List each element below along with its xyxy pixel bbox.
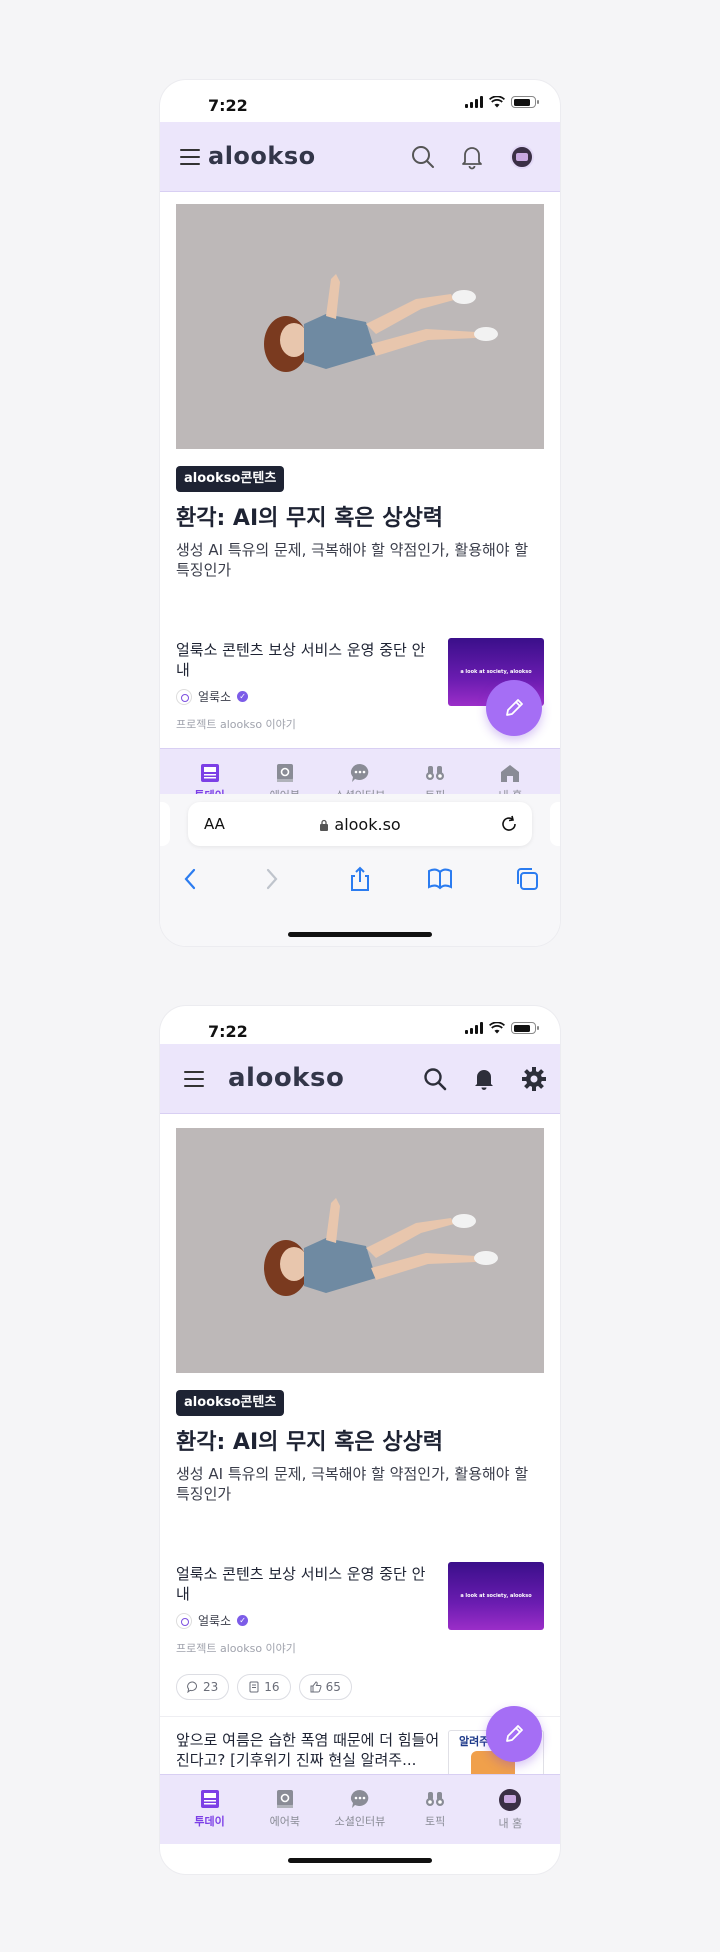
content-badge: alookso콘텐츠 [176,466,285,492]
phone-screen-2: 7:22 alookso alookso콘텐츠 환각: AI의 무지 혹은 상상… [160,1006,560,1874]
bookmark-count[interactable]: 16 [237,1674,291,1700]
newspaper-icon [200,764,219,782]
home-indicator [288,932,432,937]
article-headline[interactable]: 환각: AI의 무지 혹은 상상력 [176,1424,546,1456]
menu-icon[interactable] [180,148,200,165]
tab-today[interactable]: 투데이 [175,1775,245,1844]
phone-screen-1: 7:22 alookso alookso콘텐츠 환각: AI의 무지 혹은 상상… [160,80,560,946]
tab-label: 내 홈 [498,1817,523,1830]
status-bar: 7:22 [160,1006,560,1048]
tab-label: 투데이 [194,1815,225,1828]
tabs-icon[interactable] [514,866,540,892]
author-name: 얼룩소 [198,690,232,704]
tab-topic[interactable]: 토픽 [400,1775,470,1844]
pencil-icon [506,699,523,716]
tab-label: 소셜인터뷰 [334,1815,386,1828]
tab-label: 토픽 [425,1815,446,1828]
article-subhead: 생성 AI 특유의 문제, 극복해야 할 약점인가, 활용해야 할 특징인가 [176,1465,529,1503]
search-icon[interactable] [410,144,436,170]
write-fab[interactable] [486,1706,542,1762]
tab-label: 에어북 [269,1815,300,1828]
news-author[interactable]: 얼룩소 ✓ [176,1612,249,1629]
newspaper-icon [200,1790,219,1808]
signal-icon [465,1022,483,1034]
author-name: 얼룩소 [198,1614,232,1628]
article-headline[interactable]: 환각: AI의 무지 혹은 상상력 [176,500,546,532]
app-logo[interactable]: alookso [228,1063,344,1093]
project-label[interactable]: 프로젝트 alookso 이야기 [176,1640,296,1656]
news-title[interactable]: 얼룩소 콘텐츠 보상 서비스 운영 중단 안내 [176,640,436,680]
lock-icon [320,819,329,831]
url-text: alook.so [334,815,401,834]
wifi-icon [489,96,505,108]
share-icon[interactable] [347,866,373,892]
gear-icon[interactable] [521,1066,547,1092]
bottom-tab-bar: 투데이 에어북 소셜인터뷰 토픽 내 홈 [160,1774,560,1844]
status-time: 7:22 [208,96,248,115]
home-indicator [288,1858,432,1863]
search-icon[interactable] [422,1066,448,1092]
tab-my-home[interactable]: 내 홈 [475,1775,545,1844]
pencil-icon [506,1725,523,1742]
article-subhead: 생성 AI 특유의 문제, 극복해야 할 약점인가, 활용해야 할 특징인가 [176,541,529,579]
thumbs-up-icon [310,1681,322,1693]
avatar-icon [499,1789,522,1811]
battery-icon [511,1022,539,1034]
like-count[interactable]: 65 [298,1674,352,1700]
news-title-2[interactable]: 앞으로 여름은 습한 폭염 때문에 더 힘들어진다고? [기후위기 진짜 현실 … [176,1730,442,1770]
thumbnail-text: a look at society, alookso [460,669,532,675]
article-image[interactable] [176,204,544,449]
thumbnail-text: a look at society, alookso [460,1593,532,1599]
verified-icon: ✓ [237,1615,249,1626]
news-thumbnail[interactable]: a look at society, alookso [448,1562,544,1630]
tab-airbook[interactable]: 에어북 [250,1775,320,1844]
news-author[interactable]: 얼룩소 ✓ [176,688,249,705]
airbook-icon [276,1790,293,1808]
app-header: alookso [160,1044,560,1114]
binoculars-icon [426,766,445,780]
user-avatar[interactable] [510,145,534,169]
verified-icon: ✓ [237,691,249,702]
binoculars-icon [426,1792,445,1806]
address-bar[interactable]: AA alook.so [188,802,532,846]
author-logo-icon [176,1612,192,1629]
next-tab-preview[interactable] [550,802,560,846]
bookmarks-icon[interactable] [427,866,453,892]
forward-icon[interactable] [258,866,284,892]
article-image[interactable] [176,1128,544,1373]
news-stats: 23 16 65 [176,1674,352,1700]
airbook-icon [276,764,293,782]
chat-bubble-icon [350,764,369,782]
prev-tab-preview[interactable] [160,802,170,846]
browser-toolbar: AA alook.so [160,794,560,946]
news-title[interactable]: 얼룩소 콘텐츠 보상 서비스 운영 중단 안내 [176,1564,436,1604]
menu-icon[interactable] [184,1070,204,1087]
comment-count[interactable]: 23 [176,1674,230,1700]
write-fab[interactable] [486,680,542,736]
home-icon [501,765,520,782]
battery-icon [511,96,539,108]
bell-icon[interactable] [471,1066,497,1092]
app-logo[interactable]: alookso [208,142,316,170]
wifi-icon [489,1022,505,1034]
floating-woman-illustration [176,1128,544,1373]
chat-bubble-icon [350,1790,369,1808]
tab-social-interview[interactable]: 소셜인터뷰 [325,1775,395,1844]
project-label[interactable]: 프로젝트 alookso 이야기 [176,716,296,732]
comment-icon [187,1681,197,1693]
floating-woman-illustration [176,204,544,449]
back-icon[interactable] [178,866,204,892]
signal-icon [465,96,483,108]
status-bar: 7:22 [160,80,560,122]
document-icon [249,1681,259,1693]
content-badge: alookso콘텐츠 [176,1390,285,1416]
status-time: 7:22 [208,1022,248,1041]
author-logo-icon [176,688,192,705]
reload-icon[interactable] [500,815,518,833]
bell-icon[interactable] [459,144,485,170]
app-header: alookso [160,122,560,192]
